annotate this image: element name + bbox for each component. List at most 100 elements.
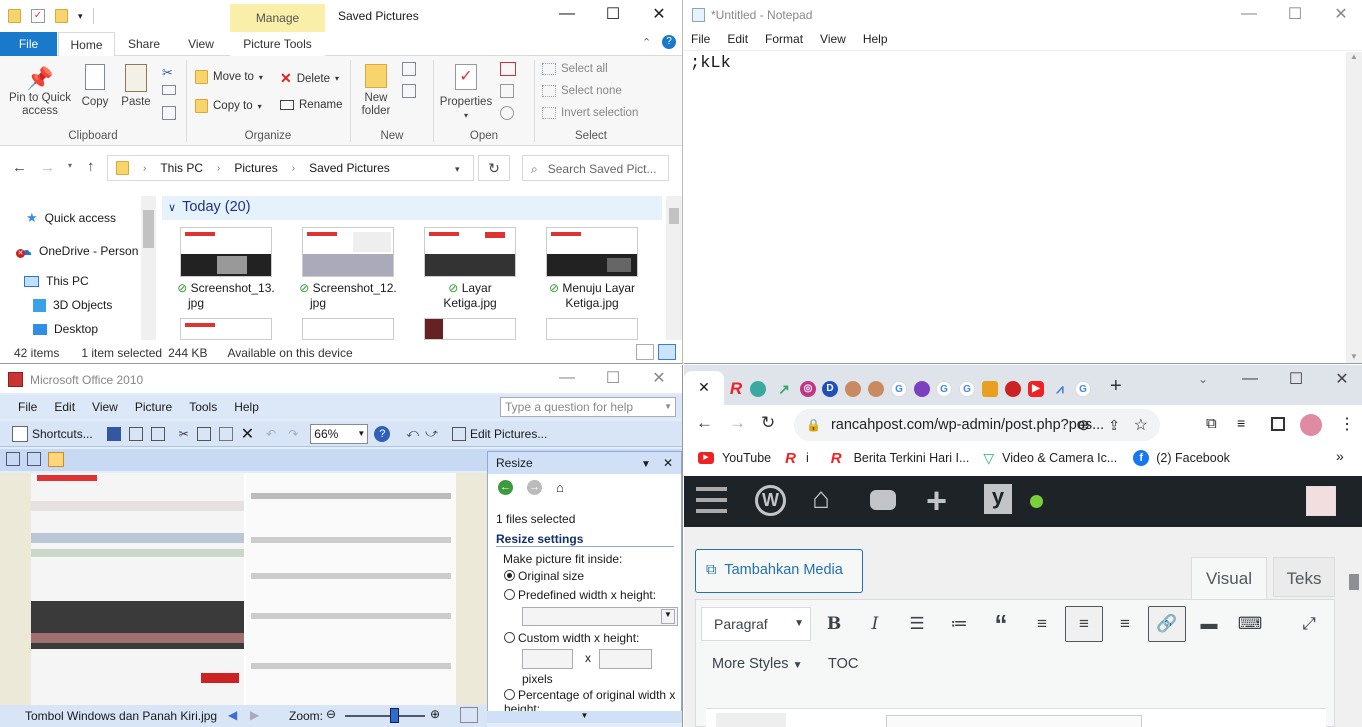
reload-icon[interactable]: ↻ [761,413,775,433]
copy-button[interactable]: Copy [78,64,112,109]
zoom-icon[interactable]: ⊕ [1077,416,1090,434]
file-item[interactable]: ⊘ Layar Ketiga.jpg [410,281,530,311]
bookmark-r[interactable]: i [806,451,809,465]
media-icon[interactable]: ≡ [1237,415,1245,431]
manage-tab[interactable]: Manage [230,4,325,32]
new-tab-button[interactable]: + [1110,375,1122,398]
google-tab-icon[interactable]: G [936,381,952,397]
close-button[interactable]: ✕ [1332,369,1352,389]
new-folder-icon[interactable] [55,9,68,23]
thumbnail[interactable] [180,318,272,340]
copy-icon[interactable] [196,426,211,441]
large-icons-view-icon[interactable] [658,344,676,360]
rotate-left-icon[interactable]: ⤺ [406,426,419,441]
cut-icon[interactable]: ✂ [179,427,189,441]
instagram-tab-icon[interactable]: ◎ [800,381,816,397]
thumbnail[interactable] [546,318,638,340]
extensions-icon[interactable]: ⧉ [1206,415,1217,432]
picture-preview[interactable] [31,473,456,705]
zoom-out-icon[interactable]: ⊖ [326,707,336,721]
email-icon[interactable] [150,426,165,441]
address-bar[interactable]: 🔒 rancahpost.com/wp-admin/post.php?pos..… [794,409,1160,441]
forward-icon[interactable]: → [729,413,746,433]
bookmark-star-icon[interactable]: ☆ [1134,415,1148,435]
cut-icon[interactable]: ✂ [162,62,173,83]
minimize-button[interactable]: — [1239,5,1259,23]
print-icon[interactable] [128,426,143,441]
recent-locations-icon[interactable]: ▾ [68,161,72,170]
delete-icon[interactable]: ✕ [241,424,254,444]
thumbnail[interactable] [180,227,272,277]
invert-selection-button[interactable]: Invert selection [542,107,638,119]
collapse-ribbon-icon[interactable]: ⌃ [642,36,651,49]
thumbnail[interactable] [302,318,394,340]
tab-icon[interactable]: ↗ [776,381,792,397]
share-icon[interactable]: ⇪ [1108,417,1120,434]
menu-file[interactable]: File [18,400,37,414]
single-picture-view-icon[interactable] [48,452,64,467]
vertical-scrollbar[interactable]: ▲ ▼ [1346,52,1362,363]
delete-button[interactable]: ✕ Delete ▾ [280,70,339,87]
editor-content[interactable] [706,708,1326,727]
page-scrollbar[interactable] [1346,527,1362,727]
close-button[interactable]: ✕ [649,4,669,24]
rancahpost-tab-icon[interactable]: R [728,380,744,397]
menu-picture[interactable]: Picture [135,400,172,414]
zoom-in-icon[interactable]: ⊕ [430,707,440,721]
select-none-button[interactable]: Select none [542,85,622,97]
italic-icon[interactable]: I [860,609,890,639]
close-button[interactable]: ✕ [649,368,669,388]
tab-picture-tools[interactable]: Picture Tools [230,32,325,56]
file-item[interactable]: ⊘ Menuju Layar Ketiga.jpg [532,281,652,311]
radio-predefined[interactable]: Predefined width x height: [504,588,656,602]
forward-icon[interactable]: → [527,480,542,495]
numbered-list-icon[interactable]: ≔ [944,609,974,639]
rotate-right-icon[interactable]: ⤻ [425,426,438,441]
tab-home[interactable]: Home [58,32,115,57]
radio-custom[interactable]: Custom width x height: [504,631,639,645]
easy-access-icon[interactable] [402,84,416,98]
task-pane-scroll-down[interactable]: ▼ [487,711,682,723]
paste-shortcut-icon[interactable] [162,106,176,120]
undo-icon[interactable]: ↶ [266,427,276,441]
yoast-icon[interactable]: y [984,484,1012,514]
back-icon[interactable]: ← [12,159,27,176]
properties-button[interactable]: ✓ Properties ▾ [438,64,494,122]
thumbnail-view-icon[interactable] [6,452,20,466]
tab-share[interactable]: Share [120,32,168,56]
zoom-select[interactable]: 66% ▼ [310,423,369,444]
file-item[interactable]: ⊘ Screenshot_13. jpg [166,281,286,311]
next-icon[interactable]: ▶ [250,708,259,722]
profile-avatar[interactable] [1300,414,1322,436]
fit-to-window-icon[interactable] [460,707,478,723]
back-icon[interactable]: ← [696,413,713,433]
minimize-button[interactable]: — [557,369,577,387]
folder-icon[interactable] [8,9,21,23]
tab-view[interactable]: View [178,32,224,56]
group-header[interactable]: ∨ Today (20) [162,196,662,220]
bookmark-youtube[interactable]: YouTube [722,451,771,465]
menu-help[interactable]: Help [234,400,259,414]
new-item-icon[interactable] [402,62,416,76]
pin-quick-access-button[interactable]: 📌 Pin to Quick access [4,66,76,118]
keyboard-icon[interactable]: ⌨ [1235,609,1265,639]
predefined-size-select[interactable]: ▼ [522,607,678,626]
bookmark-video[interactable]: Video & Camera Ic... [1002,451,1117,465]
radio-original-size[interactable]: Original size [504,569,584,583]
comments-icon[interactable] [870,490,896,510]
move-to-button[interactable]: Move to ▾ [195,70,263,84]
active-tab-close-icon[interactable]: ✕ [684,371,724,405]
content-scrollbar[interactable] [666,196,682,340]
up-icon[interactable]: ↑ [87,158,95,175]
paste-icon[interactable] [218,426,233,441]
close-button[interactable]: ✕ [1331,4,1351,24]
home-icon[interactable]: ⌂ [556,480,564,495]
nav-this-pc[interactable]: This PC [24,274,89,288]
google-tab-icon[interactable]: G [959,381,975,397]
edit-pictures-button[interactable]: Edit Pictures... [470,427,547,441]
scroll-down-icon[interactable]: ▼ [1346,352,1362,361]
address-dropdown-icon[interactable]: ▾ [455,164,460,175]
refresh-button[interactable]: ↻ [478,155,510,181]
scrollbar-thumb[interactable] [669,208,679,224]
toc-button[interactable]: TOC [828,656,858,672]
